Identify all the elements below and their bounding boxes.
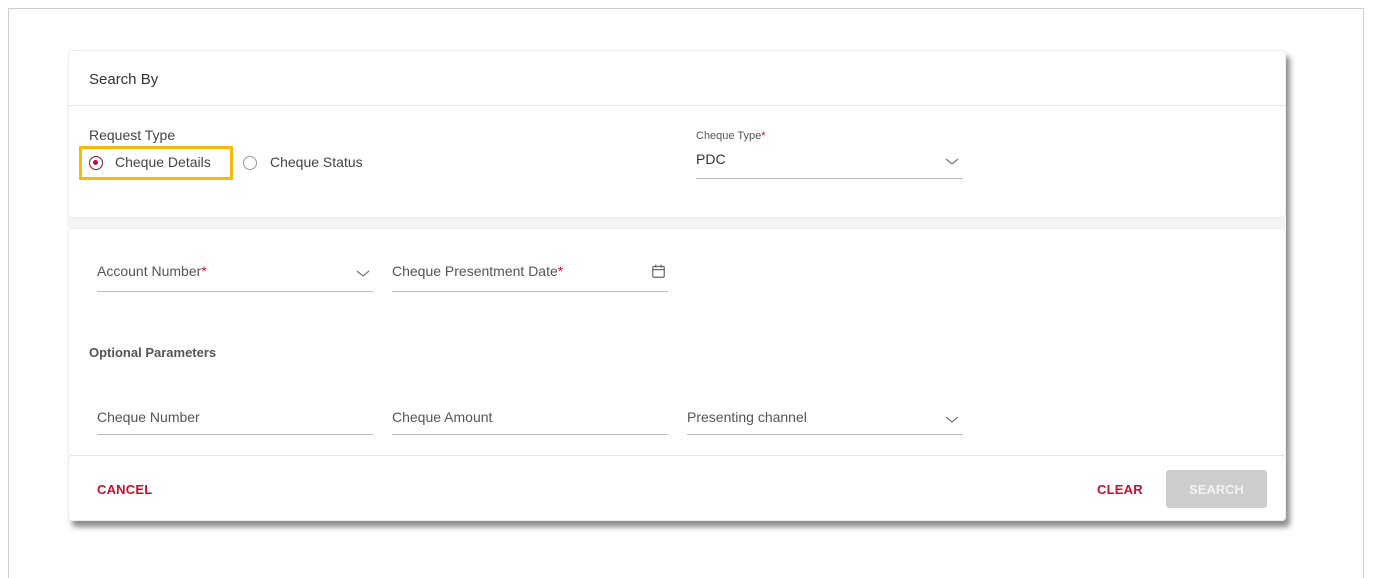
account-number-label: Account Number* [97, 263, 207, 279]
header-divider [69, 105, 1285, 106]
optional-parameters-title: Optional Parameters [89, 345, 217, 360]
chevron-down-icon[interactable] [945, 415, 959, 424]
chevron-down-icon[interactable] [356, 269, 370, 278]
cheque-type-label: Cheque Type* [696, 130, 766, 142]
cheque-type-value: PDC [696, 151, 726, 167]
cancel-button[interactable]: CANCEL [97, 482, 152, 497]
field-underline [97, 434, 373, 435]
cheque-amount-label: Cheque Amount [392, 409, 493, 425]
presenting-channel-label: Presenting channel [687, 409, 807, 425]
radio-label-cheque-status: Cheque Status [270, 154, 363, 170]
panel-title: Search By [89, 71, 159, 88]
radio-selected-icon[interactable] [89, 156, 103, 170]
clear-button[interactable]: CLEAR [1097, 482, 1143, 497]
cheque-number-label: Cheque Number [97, 409, 200, 425]
panel-gap [68, 218, 1286, 228]
field-underline [392, 434, 668, 435]
field-underline [696, 178, 963, 179]
presentment-date-label: Cheque Presentment Date* [392, 263, 564, 279]
calendar-icon[interactable] [652, 264, 665, 278]
search-button[interactable]: SEARCH [1166, 470, 1267, 508]
radio-unselected-icon[interactable] [243, 156, 257, 170]
chevron-down-icon[interactable] [945, 157, 959, 166]
field-underline [392, 291, 668, 292]
criteria-panel [68, 228, 1286, 456]
field-underline [97, 291, 373, 292]
search-by-panel: Search By [68, 50, 1286, 218]
radio-label-cheque-details: Cheque Details [115, 154, 211, 170]
request-type-label: Request Type [89, 127, 176, 143]
field-underline [687, 434, 963, 435]
